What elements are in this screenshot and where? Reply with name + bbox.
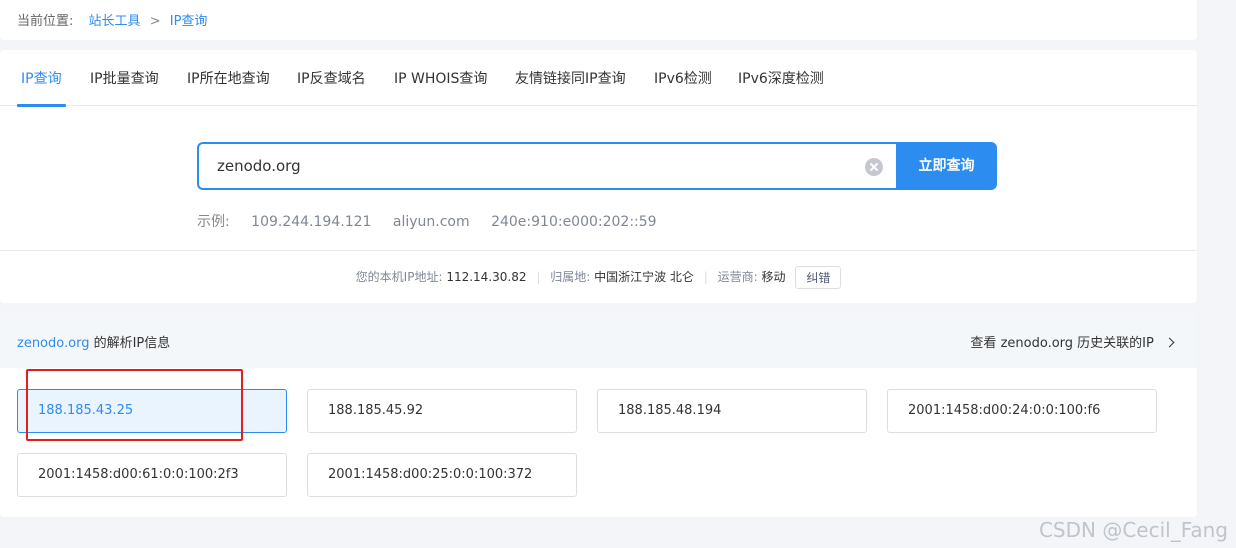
ip-item[interactable]: 188.185.48.194: [597, 389, 867, 433]
tab-ip-query[interactable]: IP查询: [17, 68, 66, 107]
breadcrumb-card: 当前位置: 站长工具 > IP查询: [0, 0, 1197, 40]
search-box: [197, 142, 897, 190]
history-prefix: 查看: [970, 336, 997, 351]
isp-value: 移动: [761, 270, 786, 284]
ip-query-panel: IP查询 IP批量查询 IP所在地查询 IP反查域名 IP WHOIS查询 友情…: [0, 50, 1197, 303]
history-ip-link[interactable]: 查看 zenodo.org 历史关联的IP: [970, 332, 1175, 351]
tab-ipv6-deep-check[interactable]: IPv6深度检测: [734, 68, 828, 106]
separator: |: [536, 270, 541, 284]
my-ip-info: 您的本机IP地址: 112.14.30.82 | 归属地: 中国浙江宁波 北仑 …: [0, 266, 1197, 289]
result-title: zenodo.org 的解析IP信息: [17, 332, 170, 351]
divider: [0, 250, 1197, 251]
example-item[interactable]: aliyun.com: [393, 214, 470, 230]
chevron-right-icon: [1164, 337, 1175, 348]
location-label: 归属地:: [550, 270, 591, 284]
ip-item[interactable]: 2001:1458:d00:25:0:0:100:372: [307, 453, 577, 497]
my-ip-label: 您的本机IP地址:: [355, 270, 443, 284]
tab-ip-whois[interactable]: IP WHOIS查询: [390, 68, 491, 106]
examples-label: 示例:: [197, 214, 230, 230]
example-item[interactable]: 109.244.194.121: [251, 214, 371, 230]
result-title-suffix: 的解析IP信息: [93, 336, 171, 351]
breadcrumb-label: 当前位置:: [17, 14, 74, 29]
tab-ip-batch-query[interactable]: IP批量查询: [86, 68, 163, 106]
examples-row: 示例: 109.244.194.121 aliyun.com 240e:910:…: [197, 211, 657, 231]
history-suffix: 历史关联的IP: [1077, 336, 1154, 351]
clear-icon[interactable]: [865, 158, 883, 176]
report-error-button[interactable]: 纠错: [795, 266, 842, 289]
my-ip-value: 112.14.30.82: [446, 270, 527, 284]
isp-label: 运营商:: [717, 270, 758, 284]
resolve-result-panel: zenodo.org 的解析IP信息 查看 zenodo.org 历史关联的IP…: [0, 313, 1197, 517]
breadcrumb: 当前位置: 站长工具 > IP查询: [17, 10, 207, 29]
ip-item[interactable]: 188.185.43.25: [17, 389, 287, 433]
result-header: zenodo.org 的解析IP信息 查看 zenodo.org 历史关联的IP: [0, 313, 1197, 368]
result-domain-link[interactable]: zenodo.org: [17, 336, 89, 351]
breadcrumb-link-ip-query[interactable]: IP查询: [170, 14, 208, 29]
tab-ipv6-check[interactable]: IPv6检测: [650, 68, 716, 106]
tab-ip-reverse-domain[interactable]: IP反查域名: [293, 68, 370, 106]
tool-tabs: IP查询 IP批量查询 IP所在地查询 IP反查域名 IP WHOIS查询 友情…: [0, 50, 1197, 107]
ip-item[interactable]: 2001:1458:d00:24:0:0:100:f6: [887, 389, 1157, 433]
tab-ip-location-query[interactable]: IP所在地查询: [183, 68, 274, 106]
search-input[interactable]: [217, 144, 837, 188]
watermark: CSDN @Cecil_Fang: [1038, 518, 1228, 542]
query-button[interactable]: 立即查询: [896, 142, 997, 190]
separator: |: [703, 270, 708, 284]
example-item[interactable]: 240e:910:e000:202::59: [491, 214, 657, 230]
tab-friend-link-same-ip[interactable]: 友情链接同IP查询: [511, 68, 630, 106]
breadcrumb-separator: >: [149, 14, 161, 29]
ip-item[interactable]: 188.185.45.92: [307, 389, 577, 433]
history-domain: zenodo.org: [1000, 336, 1074, 351]
ip-item[interactable]: 2001:1458:d00:61:0:0:100:2f3: [17, 453, 287, 497]
breadcrumb-link-tools[interactable]: 站长工具: [89, 14, 141, 29]
location-value: 中国浙江宁波 北仑: [594, 270, 694, 284]
